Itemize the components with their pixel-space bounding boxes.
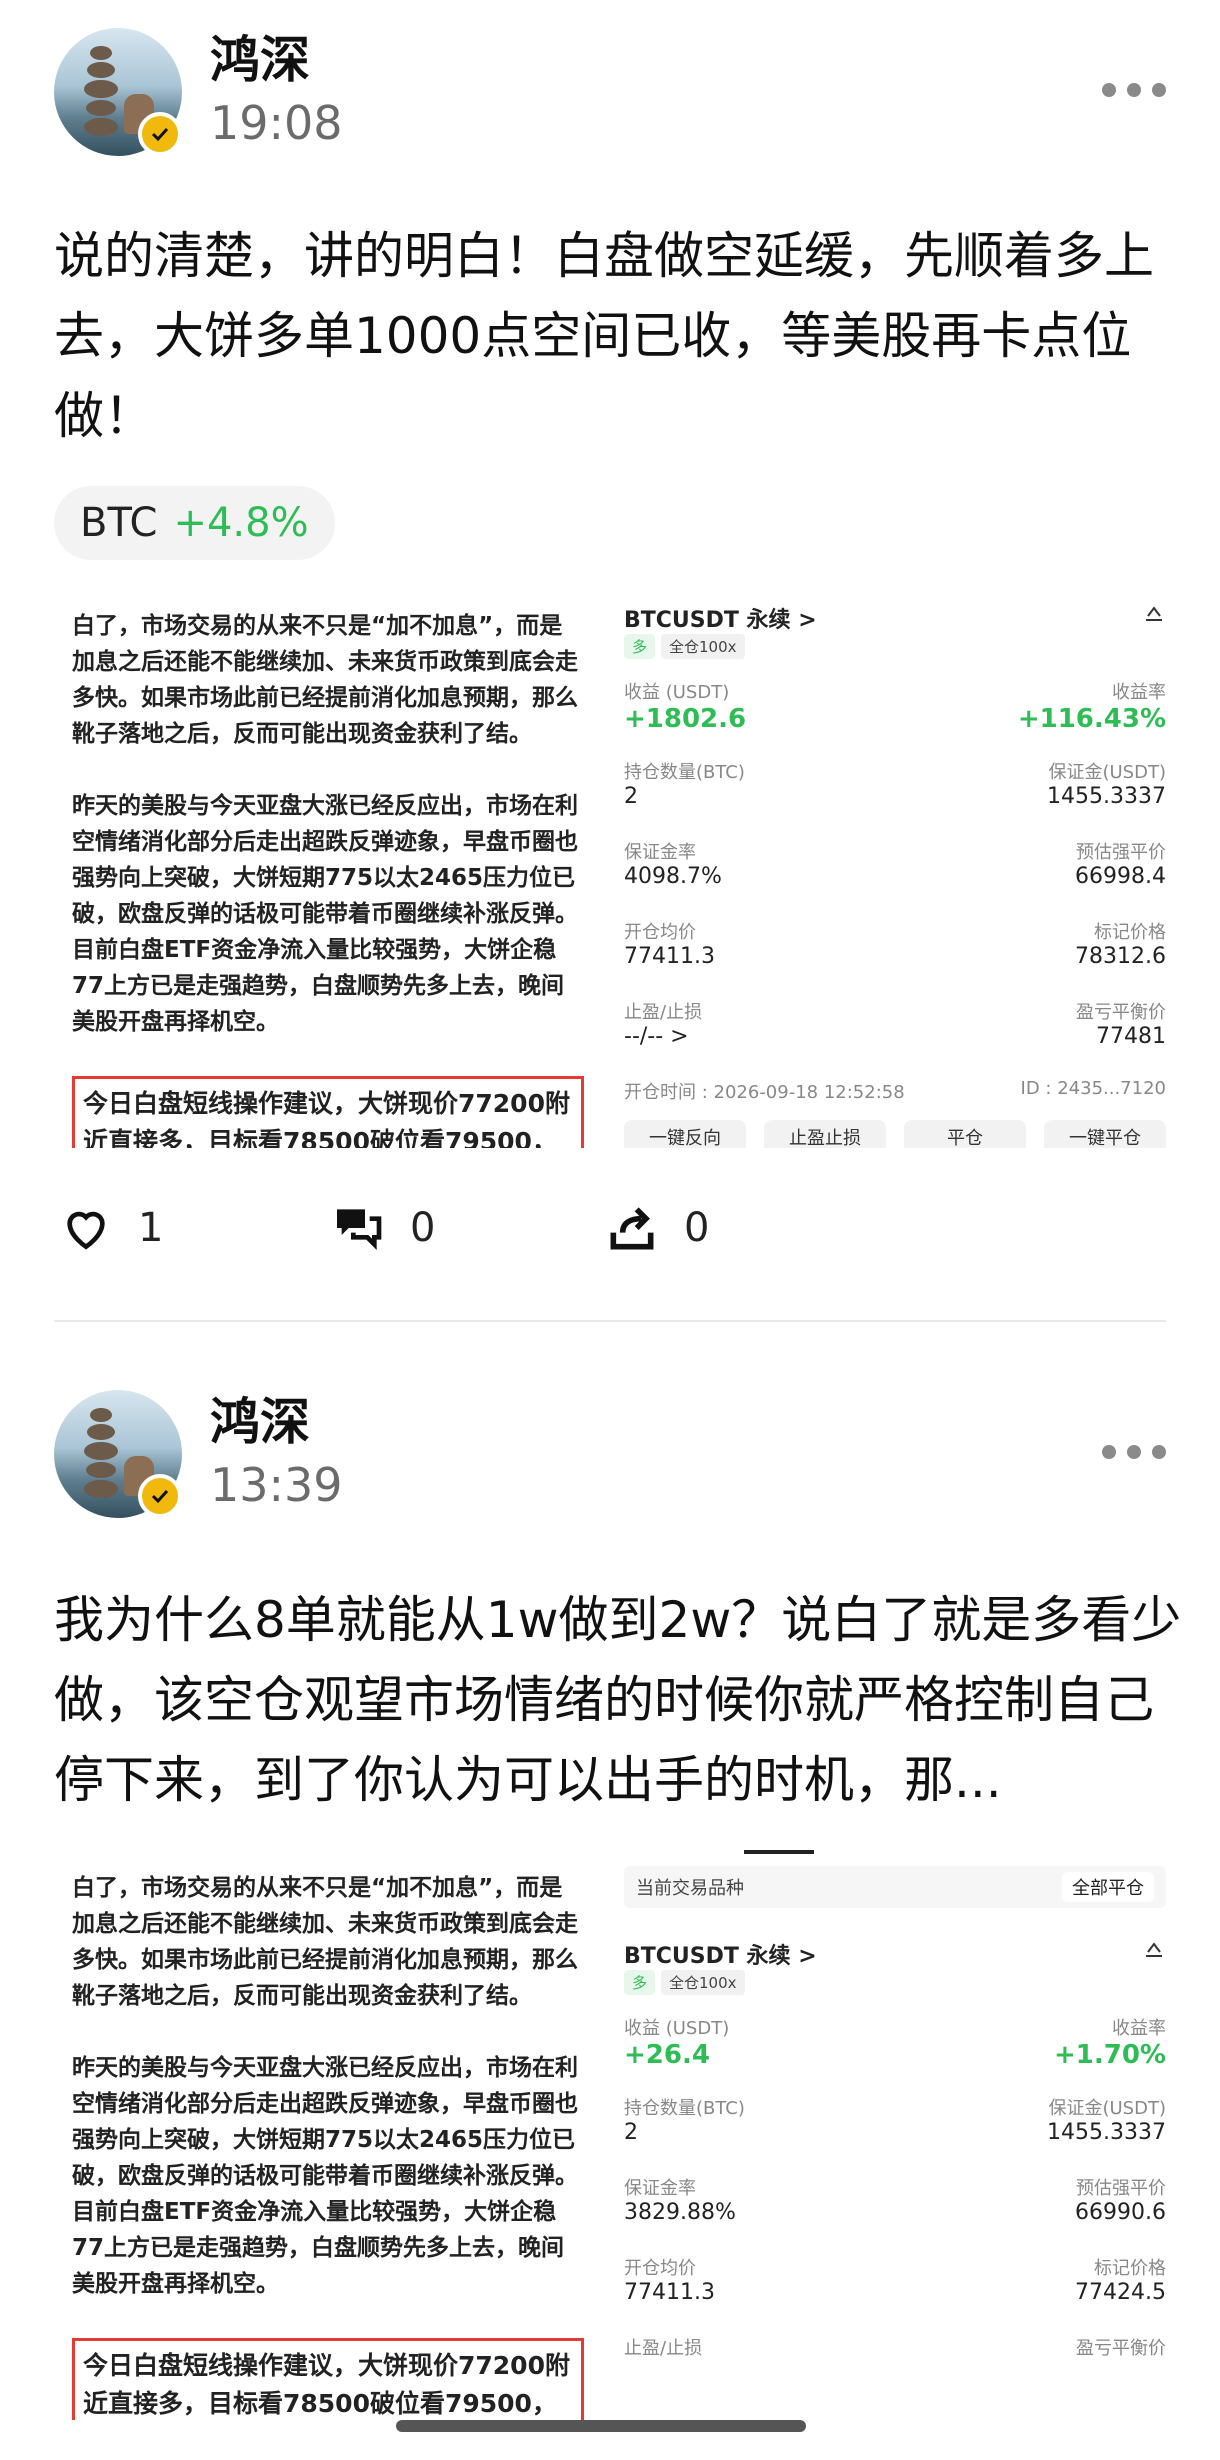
- label: 止盈/止损: [624, 1002, 703, 1023]
- label: 收益 (USDT): [624, 2018, 730, 2039]
- share-icon: [1146, 606, 1162, 621]
- reverse-button: 一键反向: [624, 1120, 746, 1148]
- stone-stack-graphic: [84, 46, 118, 138]
- close-all-button: 全部平仓: [1062, 1872, 1154, 1902]
- label: 持仓数量(BTC): [624, 762, 745, 783]
- entry-value: 77411.3: [624, 2280, 715, 2305]
- label: 收益率: [1112, 682, 1166, 703]
- be-value: 77481: [1096, 1024, 1166, 1049]
- pnl-value: +1802.6: [624, 704, 747, 734]
- liq-value: 66998.4: [1075, 864, 1166, 889]
- label: 预估强平价: [1076, 2178, 1166, 2199]
- post-time: 13:39: [210, 1458, 343, 1512]
- article-paragraph: 昨天的美股与今天亚盘大涨已经反应出，市场在利空情绪消化部分后走出超跌反弹迹象，早…: [72, 793, 578, 1035]
- qty-value: 2: [624, 2120, 638, 2145]
- qty-value: 2: [624, 784, 638, 809]
- mark-value: 78312.6: [1075, 944, 1166, 969]
- post-image[interactable]: 白了，市场交易的从来不只是“加不加息”，而是加息之后还能不能继续加、未来货币政策…: [54, 588, 1166, 1148]
- tpsl-button: 止盈止损: [764, 1120, 886, 1148]
- author-name[interactable]: 鸿深: [210, 1382, 310, 1454]
- roi-value: +116.43%: [1017, 704, 1166, 734]
- side-badge: 多: [624, 1970, 656, 1995]
- liq-value: 66990.6: [1075, 2200, 1166, 2225]
- post-image[interactable]: 白了，市场交易的从来不只是“加不加息”，而是加息之后还能不能继续加、未来货币政策…: [54, 1850, 1166, 2420]
- share-icon: [610, 1207, 654, 1250]
- home-indicator[interactable]: [396, 2420, 806, 2432]
- heart-icon: [67, 1211, 105, 1250]
- label: 盈亏平衡价: [1076, 1002, 1166, 1023]
- stone-stack-graphic: [84, 1408, 118, 1500]
- comment-count: 0: [410, 1205, 436, 1251]
- post-text[interactable]: 说的清楚，讲的明白！白盘做空延缓，先顺着多上去，大饼多单1000点空间已收，等美…: [54, 216, 1184, 456]
- label: 保证金(USDT): [1048, 762, 1166, 783]
- label: 开仓均价: [624, 2258, 696, 2279]
- label: 止盈/止损: [624, 2338, 703, 2359]
- close-all-button: 一键平仓: [1044, 1120, 1166, 1148]
- label: 预估强平价: [1076, 842, 1166, 863]
- post-divider: [54, 1320, 1166, 1322]
- comment-icon: [337, 1209, 382, 1250]
- verified-badge-icon: [138, 1474, 182, 1518]
- coin-change: +4.8%: [173, 500, 309, 546]
- post-text[interactable]: 我为什么8单就能从1w做到2w？说白了就是多看少做，该空仓观望市场情绪的时候你就…: [54, 1580, 1184, 1820]
- coin-tag[interactable]: BTC +4.8%: [54, 486, 335, 560]
- share-icon: [1146, 1942, 1162, 1957]
- more-options-icon[interactable]: [1102, 80, 1166, 100]
- article-paragraph: 昨天的美股与今天亚盘大涨已经反应出，市场在利空情绪消化部分后走出超跌反弹迹象，早…: [72, 2055, 578, 2297]
- filter-label: 当前交易品种: [636, 1878, 744, 1899]
- tpsl-value: --/-- >: [624, 1024, 689, 1049]
- more-options-icon[interactable]: [1102, 1442, 1166, 1462]
- ratio-value: 3829.88%: [624, 2200, 736, 2225]
- pair-name: BTCUSDT 永续 >: [624, 608, 817, 633]
- article-paragraph: 白了，市场交易的从来不只是“加不加息”，而是加息之后还能不能继续加、未来货币政策…: [72, 1875, 578, 2009]
- label: 持仓数量(BTC): [624, 2098, 745, 2119]
- label: 盈亏平衡价: [1076, 2338, 1166, 2359]
- article-screenshot: 白了，市场交易的从来不只是“加不加息”，而是加息之后还能不能继续加、未来货币政策…: [54, 588, 594, 1148]
- label: 保证金(USDT): [1048, 2098, 1166, 2119]
- open-time: 开仓时间 : 2026-09-18 12:52:58: [624, 1082, 905, 1103]
- label: 保证金率: [624, 2178, 696, 2199]
- share-count: 0: [684, 1205, 710, 1251]
- margin-value: 1455.3337: [1047, 2120, 1166, 2145]
- entry-value: 77411.3: [624, 944, 715, 969]
- post-actions: 1 0 0: [54, 1200, 1054, 1260]
- coin-symbol: BTC: [80, 500, 158, 546]
- close-button: 平仓: [904, 1120, 1026, 1148]
- author-name[interactable]: 鸿深: [210, 20, 310, 92]
- label: 收益率: [1112, 2018, 1166, 2039]
- label: 标记价格: [1094, 922, 1166, 943]
- highlight-box: 今日白盘短线操作建议，大饼现价77200附近直接多，目标看78500破位看795…: [72, 2338, 584, 2420]
- comment-button[interactable]: 0: [330, 1200, 435, 1256]
- position-id: ID : 2435...7120: [1020, 1078, 1166, 1099]
- article-paragraph: 白了，市场交易的从来不只是“加不加息”，而是加息之后还能不能继续加、未来货币政策…: [72, 613, 578, 747]
- verified-badge-icon: [138, 112, 182, 156]
- like-button[interactable]: 1: [58, 1200, 163, 1256]
- label: 标记价格: [1094, 2258, 1166, 2279]
- feed: 鸿深 19:08 说的清楚，讲的明白！白盘做空延缓，先顺着多上去，大饼多单100…: [0, 0, 1220, 2460]
- share-button[interactable]: 0: [604, 1200, 709, 1256]
- label: 收益 (USDT): [624, 682, 730, 703]
- like-count: 1: [138, 1205, 164, 1251]
- side-badge: 多: [624, 634, 656, 659]
- pair-name: BTCUSDT 永续 >: [624, 1944, 817, 1969]
- pnl-value: +26.4: [624, 2040, 710, 2070]
- position-screenshot: BTCUSDT 永续 > 多 全仓100x 收益 (USDT) 收益率 +1802…: [624, 588, 1166, 1148]
- label: 开仓均价: [624, 922, 696, 943]
- ratio-value: 4098.7%: [624, 864, 722, 889]
- post-time: 19:08: [210, 96, 343, 150]
- post-card: 鸿深 19:08 说的清楚，讲的明白！白盘做空延缓，先顺着多上去，大饼多单100…: [0, 0, 1220, 1320]
- position-screenshot: 当前交易品种 全部平仓 BTCUSDT 永续 > 多 全仓100x 收益 (US…: [624, 1850, 1166, 2420]
- mode-badge: 全仓100x: [661, 1970, 745, 1995]
- post-card: 鸿深 13:39 我为什么8单就能从1w做到2w？说白了就是多看少做，该空仓观望…: [0, 1360, 1220, 2420]
- mark-value: 77424.5: [1075, 2280, 1166, 2305]
- label: 保证金率: [624, 842, 696, 863]
- roi-value: +1.70%: [1054, 2040, 1166, 2070]
- margin-value: 1455.3337: [1047, 784, 1166, 809]
- highlight-box: 今日白盘短线操作建议，大饼现价77200附近直接多，目标看78500破位看795…: [72, 1076, 584, 1148]
- mode-badge: 全仓100x: [661, 634, 745, 659]
- article-screenshot: 白了，市场交易的从来不只是“加不加息”，而是加息之后还能不能继续加、未来货币政策…: [54, 1850, 594, 2420]
